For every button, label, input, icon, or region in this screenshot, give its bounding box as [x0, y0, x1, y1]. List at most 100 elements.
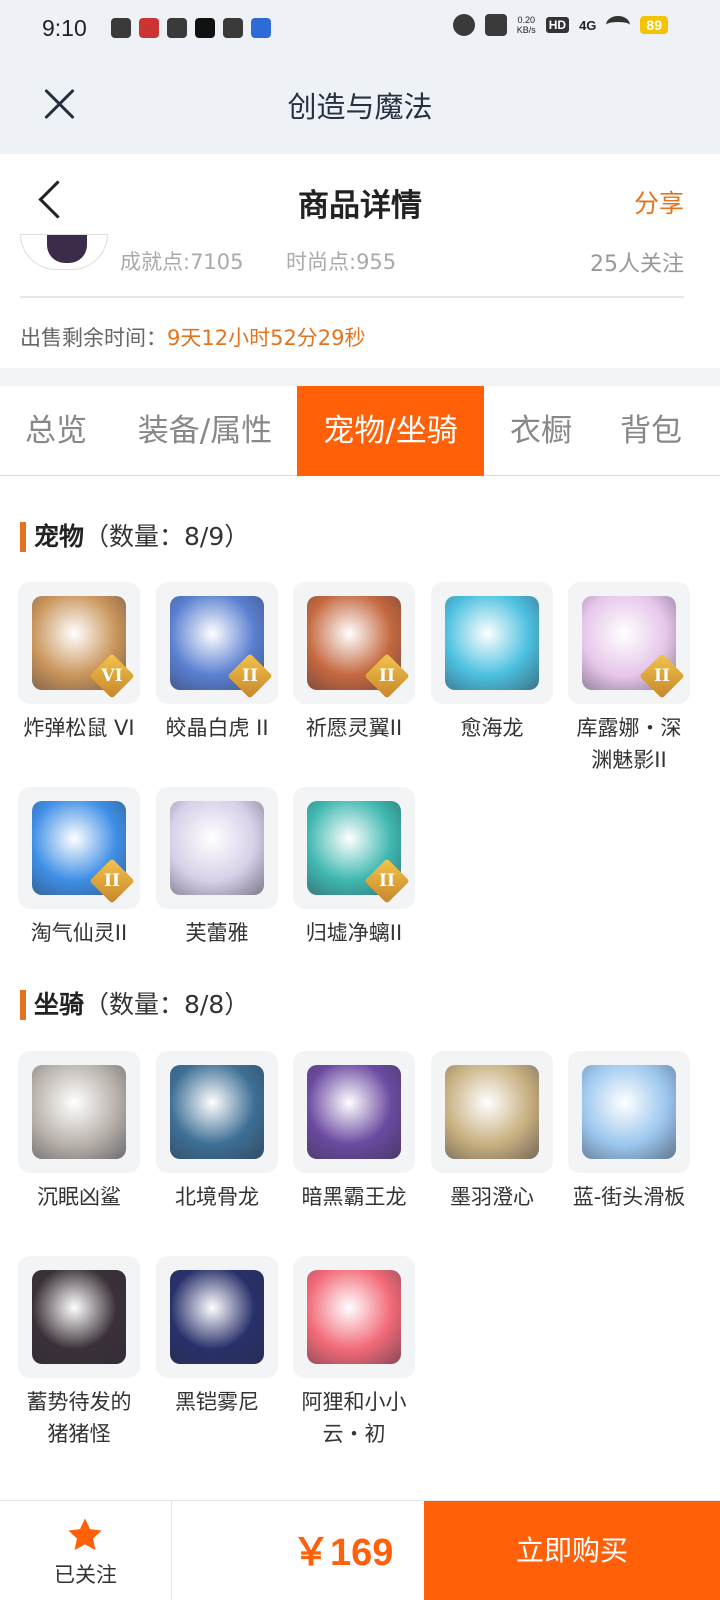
- item-name: 墨羽澄心: [450, 1185, 534, 1209]
- notification-icon: [250, 18, 271, 38]
- tiktok-icon: [194, 18, 215, 38]
- sale-remaining: 出售剩余时间：9天12小时52分29秒: [20, 322, 366, 352]
- tab-overview[interactable]: 总览: [0, 386, 112, 476]
- pets-count: （数量：8/9）: [84, 522, 250, 551]
- item-thumbnail: [293, 1256, 415, 1378]
- rank-badge-text: VI: [101, 666, 123, 686]
- notification-icon: [138, 18, 159, 38]
- tab-backpack[interactable]: 背包: [606, 386, 696, 476]
- network-speed: 0.20 KB/s: [516, 15, 536, 35]
- app-title: 创造与魔法: [287, 90, 433, 124]
- mount-item[interactable]: 黑铠雾尼: [156, 1256, 278, 1418]
- status-time: 9:10: [42, 14, 87, 41]
- notification-icon: [110, 18, 131, 38]
- battery-icon: 89: [640, 16, 668, 34]
- sale-time: 9天12小时52分29秒: [167, 326, 366, 350]
- item-name: 愈海龙: [460, 716, 524, 740]
- item-name: 芙蕾雅: [185, 921, 249, 945]
- item-name: 炸弹松鼠 VI: [23, 716, 135, 740]
- mounts-count: （数量：8/8）: [84, 990, 250, 1019]
- mount-item[interactable]: 北境骨龙: [156, 1051, 278, 1213]
- status-bar: 9:10 0.20 KB/s HD 4G 89: [0, 0, 720, 56]
- rank-badge-text: II: [654, 666, 670, 686]
- item-image: [445, 596, 539, 690]
- tab-bar: 总览 装备/属性 宠物/坐骑 衣橱 背包: [0, 386, 720, 476]
- notification-icon: [166, 18, 187, 38]
- item-name: 沉眠凶鲨: [37, 1185, 121, 1209]
- page-header: 商品详情 分享: [0, 154, 720, 244]
- signal-icon: 4G: [579, 17, 597, 33]
- avatar: [20, 234, 108, 270]
- seller-info: 成就点:7105 时尚点:955 25人关注: [0, 234, 720, 296]
- item-image: [170, 1270, 264, 1364]
- pet-item[interactable]: II 祈愿灵翼II: [293, 582, 415, 744]
- item-name: 皎晶白虎 II: [165, 716, 269, 740]
- item-name: 蓄势待发的猪猪怪: [26, 1390, 132, 1446]
- item-image: [307, 1065, 401, 1159]
- pet-item[interactable]: 愈海龙: [431, 582, 553, 744]
- item-name: 祈愿灵翼II: [305, 716, 403, 740]
- item-thumbnail: [156, 1256, 278, 1378]
- tab-pets-mounts[interactable]: 宠物/坐骑: [297, 386, 484, 476]
- item-image: [32, 1065, 126, 1159]
- section-gap: [0, 368, 720, 386]
- item-thumbnail: [568, 1051, 690, 1173]
- pet-item[interactable]: II 归墟净螭II: [293, 787, 415, 949]
- rank-badge-text: II: [379, 666, 395, 686]
- tab-equipment[interactable]: 装备/属性: [130, 386, 280, 476]
- mount-item[interactable]: 沉眠凶鲨: [18, 1051, 140, 1213]
- rank-badge-text: II: [242, 666, 258, 686]
- item-name: 阿狸和小小云・初: [301, 1390, 407, 1446]
- item-image: [445, 1065, 539, 1159]
- item-image: [170, 801, 264, 895]
- status-right: 0.20 KB/s HD 4G 89: [452, 14, 668, 36]
- follower-count: 25人关注: [590, 252, 684, 277]
- item-thumbnail: II: [293, 787, 415, 909]
- item-thumbnail: [156, 787, 278, 909]
- alarm-icon: [452, 14, 475, 36]
- wifi-icon: [606, 16, 631, 34]
- follow-button[interactable]: 已关注: [0, 1501, 172, 1600]
- item-image: [32, 1270, 126, 1364]
- pet-item[interactable]: II 淘气仙灵II: [18, 787, 140, 949]
- mount-item[interactable]: 墨羽澄心: [431, 1051, 553, 1213]
- tab-wardrobe[interactable]: 衣橱: [496, 386, 586, 476]
- item-thumbnail: II: [293, 582, 415, 704]
- share-button[interactable]: 分享: [634, 184, 684, 220]
- item-thumbnail: [18, 1256, 140, 1378]
- notification-icons: [110, 18, 271, 38]
- bottom-bar: 已关注 ￥169 立即购买: [0, 1500, 720, 1600]
- pets-section-title: 宠物（数量：8/9）: [20, 522, 249, 552]
- item-thumbnail: II: [568, 582, 690, 704]
- pet-item[interactable]: 芙蕾雅: [156, 787, 278, 949]
- star-icon: [68, 1518, 102, 1551]
- mount-item[interactable]: 暗黑霸王龙: [293, 1051, 415, 1213]
- achievement-points: 成就点:7105: [120, 250, 244, 274]
- item-image: [307, 1270, 401, 1364]
- page-title: 商品详情: [298, 188, 422, 224]
- item-name: 黑铠雾尼: [175, 1390, 259, 1414]
- item-thumbnail: [293, 1051, 415, 1173]
- app-bar: 创造与魔法: [0, 56, 720, 154]
- mounts-title: 坐骑: [34, 990, 85, 1019]
- item-thumbnail: [431, 1051, 553, 1173]
- rank-badge-text: II: [379, 871, 395, 891]
- mount-item[interactable]: 蓄势待发的猪猪怪: [18, 1256, 140, 1450]
- item-thumbnail: VI: [18, 582, 140, 704]
- play-icon: [222, 18, 243, 38]
- mount-item[interactable]: 蓝-街头滑板: [568, 1051, 690, 1213]
- mounts-section-title: 坐骑（数量：8/8）: [20, 990, 249, 1020]
- item-thumbnail: [156, 1051, 278, 1173]
- pet-item[interactable]: VI 炸弹松鼠 VI: [18, 582, 140, 744]
- pets-title: 宠物: [34, 522, 85, 551]
- item-image: [582, 1065, 676, 1159]
- mount-item[interactable]: 阿狸和小小云・初: [293, 1256, 415, 1450]
- buy-now-button[interactable]: 立即购买: [424, 1501, 720, 1600]
- pet-item[interactable]: II 库露娜・深渊魅影II: [568, 582, 690, 776]
- divider: [20, 296, 684, 298]
- item-thumbnail: [431, 582, 553, 704]
- item-name: 库露娜・深渊魅影II: [576, 716, 682, 772]
- sale-label: 出售剩余时间：: [20, 326, 167, 350]
- fashion-points: 时尚点:955: [286, 250, 397, 274]
- pet-item[interactable]: II 皎晶白虎 II: [156, 582, 278, 744]
